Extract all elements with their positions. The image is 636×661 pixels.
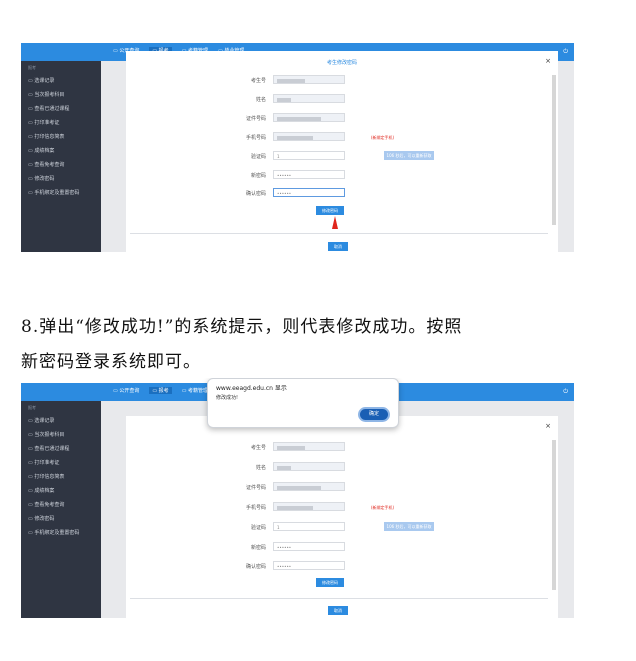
sidebar-item-print-info[interactable]: ▭ 打印信息简表 xyxy=(21,130,101,144)
sidebar-item-scores[interactable]: ▭ 成绩档案 xyxy=(21,484,101,498)
row-code: 验证码 1 106 秒后，可以重新获取 xyxy=(126,151,558,163)
sidebar-section-title: 报考 xyxy=(28,65,36,70)
verification-code-input[interactable]: 1 xyxy=(273,151,345,160)
row-name: 姓名 xyxy=(126,94,558,106)
sidebar: 报考 ▭ 选课记录 ▭ 当次报考科目 ▭ 查看已通过课程 ▭ 打印准考证 ▭ 打… xyxy=(21,61,101,252)
submit-button[interactable]: 修改密码 xyxy=(316,578,344,587)
candidate-no-field xyxy=(273,442,345,451)
phone-field[interactable] xyxy=(273,502,345,511)
sidebar-item-exemption[interactable]: ▭ 查看免考查询 xyxy=(21,158,101,172)
row-new-password: 新密码 •••••• xyxy=(126,542,558,554)
sidebar-item-passed-courses[interactable]: ▭ 查看已通过课程 xyxy=(21,442,101,456)
sidebar-item-phone-binding[interactable]: ▭ 手机绑定及重置密码 xyxy=(21,186,101,200)
sidebar-item-change-password[interactable]: ▭ 修改密码 xyxy=(21,512,101,526)
cancel-button[interactable]: 取消 xyxy=(328,606,348,615)
nav-public-query[interactable]: ▭ 公开查询 xyxy=(113,387,139,394)
name-field xyxy=(273,94,345,103)
sidebar-item-passed-courses[interactable]: ▭ 查看已通过课程 xyxy=(21,102,101,116)
id-field xyxy=(273,113,345,122)
cancel-button[interactable]: 取消 xyxy=(328,242,348,251)
modal-title: 考生修改密码 xyxy=(326,60,357,66)
new-password-input[interactable]: •••••• xyxy=(273,170,345,179)
nav-records[interactable]: ▭ 考籍管理 xyxy=(182,387,208,394)
row-candidate-no: 考生号 xyxy=(126,442,558,454)
new-password-input[interactable]: •••••• xyxy=(273,542,345,551)
nav-registration[interactable]: ▭ 报考 xyxy=(149,387,172,394)
sidebar-item-exemption[interactable]: ▭ 查看免考查询 xyxy=(21,498,101,512)
password-modal: × 考生修改密码 考生号 姓名 证件号码 手机号码 (新绑定手机) 验证码 1 … xyxy=(126,51,558,252)
scrollbar[interactable] xyxy=(552,440,556,590)
sidebar-item-scores[interactable]: ▭ 成绩档案 xyxy=(21,144,101,158)
alert-host: www.eeagd.edu.cn 显示 xyxy=(216,385,287,392)
sidebar-item-print-info[interactable]: ▭ 打印信息简表 xyxy=(21,470,101,484)
screenshot-2: ▭ 公开查询 ▭ 报考 ▭ 考籍管理 ⏻ 报考 ▭ 选课记录 ▭ 当次报考科目 … xyxy=(21,378,574,618)
sidebar: 报考 ▭ 选课记录 ▭ 当次报考科目 ▭ 查看已通过课程 ▭ 打印准考证 ▭ 打… xyxy=(21,401,101,618)
alert-dialog: www.eeagd.edu.cn 显示 修改成功! 确定 xyxy=(207,378,399,428)
sidebar-item-print-admission[interactable]: ▭ 打印准考证 xyxy=(21,116,101,130)
row-id: 证件号码 xyxy=(126,482,558,494)
logout-icon[interactable]: ⏻ xyxy=(563,48,568,56)
sidebar-item-change-password[interactable]: ▭ 修改密码 xyxy=(21,172,101,186)
sidebar-item-phone-binding[interactable]: ▭ 手机绑定及重置密码 xyxy=(21,526,101,540)
red-arrow-pointer xyxy=(332,216,338,229)
step-text-line-2: 新密码登录系统即可。 xyxy=(21,352,201,372)
row-confirm-password: 确认密码 •••••• xyxy=(126,188,558,200)
sidebar-item-course-records[interactable]: ▭ 选课记录 xyxy=(21,74,101,88)
sms-resend-button[interactable]: 106 秒后，可以重新获取 xyxy=(384,151,434,160)
row-new-password: 新密码 •••••• xyxy=(126,170,558,182)
candidate-no-field xyxy=(273,75,345,84)
alert-message: 修改成功! xyxy=(216,395,239,401)
sidebar-item-print-admission[interactable]: ▭ 打印准考证 xyxy=(21,456,101,470)
phone-field[interactable] xyxy=(273,132,345,141)
sidebar-section-title: 报考 xyxy=(28,405,36,410)
phone-note: (新绑定手机) xyxy=(371,135,395,140)
sidebar-item-current-subjects[interactable]: ▭ 当次报考科目 xyxy=(21,88,101,102)
phone-note: (新绑定手机) xyxy=(371,505,395,510)
scrollbar[interactable] xyxy=(552,75,556,225)
close-icon[interactable]: × xyxy=(545,422,551,430)
submit-button[interactable]: 修改密码 xyxy=(316,206,344,215)
confirm-password-input[interactable]: •••••• xyxy=(273,561,345,570)
name-field xyxy=(273,462,345,471)
alert-ok-button[interactable]: 确定 xyxy=(360,409,388,420)
screenshot-1: ▭ 公开查询 ▭ 报考 ▭ 考籍管理 ▭ 毕业管理 ⏻ 报考 ▭ 选课记录 ▭ … xyxy=(21,43,574,252)
row-code: 验证码 1 106 秒后，可以重新获取 xyxy=(126,522,558,534)
verification-code-input[interactable]: 1 xyxy=(273,522,345,531)
row-id: 证件号码 xyxy=(126,113,558,125)
sidebar-item-course-records[interactable]: ▭ 选课记录 xyxy=(21,414,101,428)
step-text-line-1: 8.弹出“修改成功!”的系统提示，则代表修改成功。按照 xyxy=(21,317,463,337)
row-phone: 手机号码 (新绑定手机) xyxy=(126,502,558,514)
sms-resend-button[interactable]: 106 秒后，可以重新获取 xyxy=(384,522,434,531)
confirm-password-input[interactable]: •••••• xyxy=(273,188,345,197)
row-phone: 手机号码 (新绑定手机) xyxy=(126,132,558,144)
sidebar-item-current-subjects[interactable]: ▭ 当次报考科目 xyxy=(21,428,101,442)
main-nav: ▭ 公开查询 ▭ 报考 ▭ 考籍管理 xyxy=(113,387,208,394)
id-field xyxy=(273,482,345,491)
password-modal: × 考生号 姓名 证件号码 手机号码 (新绑定手机) 验证码 1 106 秒后，… xyxy=(126,416,558,618)
logout-icon[interactable]: ⏻ xyxy=(563,388,568,396)
row-candidate-no: 考生号 xyxy=(126,75,558,87)
row-confirm-password: 确认密码 •••••• xyxy=(126,561,558,573)
row-name: 姓名 xyxy=(126,462,558,474)
